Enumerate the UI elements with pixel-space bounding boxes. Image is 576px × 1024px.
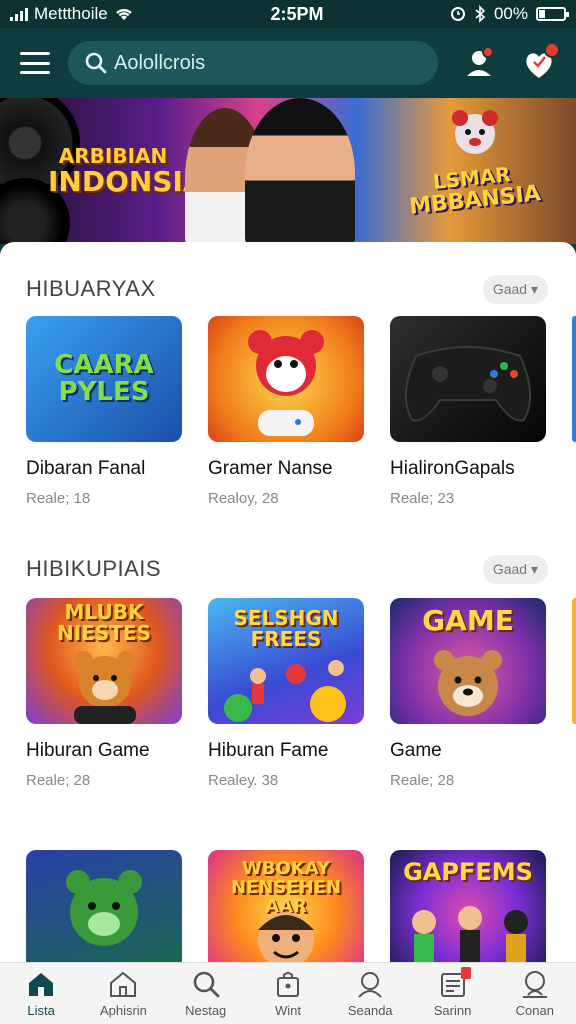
game-card[interactable]: MLUBK NIESTES Hiburan Game Reale; 28 xyxy=(26,598,182,789)
bear-mascot-image xyxy=(434,650,502,716)
content-panel: HIBUARYAX Gaad ▾ CAARA PYLES Dibaran Fan… xyxy=(0,242,576,962)
mascot-image xyxy=(248,330,324,436)
game-thumbnail xyxy=(390,316,546,442)
nav-item-aphisrin[interactable]: Aphisrin xyxy=(82,963,164,1024)
card-meta: Realoy, 28 xyxy=(208,490,279,507)
status-time: 2:5PM xyxy=(270,3,324,24)
card-title: Hiburan Game xyxy=(26,740,150,761)
card-title: Hiburan Fame xyxy=(208,740,329,761)
nav-item-wint[interactable]: Wint xyxy=(247,963,329,1024)
card-title: Gramer Nanse xyxy=(208,458,333,479)
section-header: HIBIKUPIAIS Gaad ▾ xyxy=(26,554,548,584)
app-header: Aolollcrois xyxy=(0,28,576,98)
card-meta: Reale; 18 xyxy=(26,490,91,507)
game-thumbnail: GAME xyxy=(390,598,546,724)
banner-person-image xyxy=(245,98,355,244)
game-card[interactable]: HialironGapals Reale; 23 xyxy=(390,316,546,507)
next-card-peek xyxy=(572,316,576,442)
character-image xyxy=(258,912,314,962)
bear-mascot-image xyxy=(66,870,142,946)
section-title: HIBUARYAX xyxy=(26,276,156,301)
game-thumbnail: MLUBK NIESTES xyxy=(26,598,182,724)
card-title: Dibaran Fanal xyxy=(26,458,146,479)
house-outline-icon xyxy=(110,971,137,997)
search-input[interactable]: Aolollcrois xyxy=(68,41,438,85)
notification-icon[interactable] xyxy=(520,42,560,82)
game-card[interactable]: CAARA PYLES Dibaran Fanal Reale; 18 xyxy=(26,316,182,507)
bear-mascot-image xyxy=(74,651,136,724)
card-title: Game xyxy=(390,740,442,761)
signal-icon xyxy=(10,7,28,21)
carrier-name: Mettthoile xyxy=(34,4,108,23)
mascot-image xyxy=(452,110,498,154)
profile-badge xyxy=(482,46,494,58)
bluetooth-icon xyxy=(475,5,486,23)
game-thumbnail xyxy=(26,850,182,962)
card-title: HialironGapals xyxy=(390,458,515,479)
card-meta: Reale; 28 xyxy=(26,772,91,789)
menu-icon[interactable] xyxy=(18,48,52,78)
wifi-icon xyxy=(115,8,132,20)
game-thumbnail: WBOKAY NENSEHEN AAR xyxy=(208,850,364,962)
section-header: HIBUARYAX Gaad ▾ xyxy=(26,274,548,304)
section-filter-chip[interactable]: Gaad ▾ xyxy=(482,274,548,304)
alarm-icon xyxy=(450,7,465,21)
promo-banner[interactable]: ARBIBIAN INDONSIA LSMAR MBBANSIA xyxy=(0,98,576,244)
notification-badge xyxy=(460,967,471,979)
characters-image xyxy=(224,660,346,722)
game-thumbnail: CAARA PYLES xyxy=(26,316,182,442)
game-card[interactable] xyxy=(26,850,182,962)
status-bar: Mettthoile 2:5PM 00% xyxy=(0,0,576,28)
bottom-nav: Lista Aphisrin Nestag Wint Seanda Sarinn… xyxy=(0,962,576,1024)
banner-title-left: ARBIBIAN INDONSIA xyxy=(48,144,205,198)
game-card[interactable]: WBOKAY NENSEHEN AAR xyxy=(208,850,364,962)
search-icon xyxy=(85,52,107,74)
search-placeholder: Aolollcrois xyxy=(114,51,206,74)
section-filter-chip[interactable]: Gaad ▾ xyxy=(482,554,548,584)
battery-percent: 00% xyxy=(493,4,528,23)
game-thumbnail: SELSHGN FREES xyxy=(208,598,364,724)
game-thumbnail: GAPFEMS xyxy=(390,850,546,962)
card-meta: Realeу. 38 xyxy=(208,772,279,789)
profile-icon[interactable] xyxy=(460,44,498,82)
game-card[interactable]: Gramer Nanse Realoy, 28 xyxy=(208,316,364,507)
game-card[interactable]: SELSHGN FREES Hiburan Fame Realeу. 38 xyxy=(208,598,364,789)
person-icon xyxy=(358,972,383,998)
next-card-peek xyxy=(572,598,576,724)
section-title: HIBIKUPIAIS xyxy=(26,556,162,581)
nav-item-seanda[interactable]: Seanda xyxy=(329,963,411,1024)
card-meta: Reale; 28 xyxy=(390,772,455,789)
game-card[interactable]: GAME Game Reale; 28 xyxy=(390,598,546,789)
profile-icon xyxy=(522,971,547,998)
nav-item-nestag[interactable]: Nestag xyxy=(165,963,247,1024)
game-thumbnail xyxy=(208,316,364,442)
bag-icon xyxy=(276,972,299,997)
nav-item-sarinn[interactable]: Sarinn xyxy=(411,963,493,1024)
card-meta: Reale; 23 xyxy=(390,490,455,507)
battery-icon xyxy=(536,7,569,21)
banner-title-right: LSMAR MBBANSIA xyxy=(408,162,542,220)
home-icon xyxy=(29,973,54,996)
nav-item-lista[interactable]: Lista xyxy=(0,963,82,1024)
game-card[interactable]: GAPFEMS xyxy=(390,850,546,962)
gamepad-image xyxy=(404,346,532,422)
search-icon xyxy=(193,971,220,998)
nav-item-conan[interactable]: Conan xyxy=(494,963,576,1024)
notification-badge xyxy=(544,42,560,58)
characters-image xyxy=(412,906,528,962)
